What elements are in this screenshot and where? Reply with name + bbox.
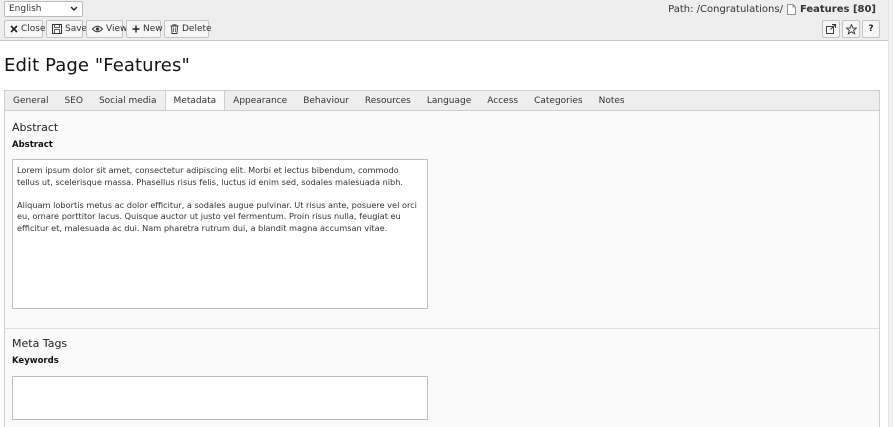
language-select[interactable]: English (4, 1, 83, 17)
new-button-label: New (143, 24, 163, 34)
external-link-icon (826, 24, 836, 34)
meta-tags-section-title: Meta Tags (12, 337, 68, 350)
tab-social-media[interactable]: Social media (91, 91, 165, 111)
save-button[interactable]: Save (46, 20, 87, 38)
help-button[interactable]: ? (862, 20, 880, 38)
page-title: Edit Page "Features" (4, 55, 190, 76)
page-icon (787, 4, 796, 15)
tab-notes[interactable]: Notes (591, 91, 633, 111)
abstract-field-label: Abstract (12, 140, 53, 150)
language-select-value: English (9, 4, 42, 14)
delete-button[interactable]: Delete (164, 20, 212, 38)
breadcrumb: Path: /Congratulations/ Features [80] (668, 4, 876, 15)
view-button[interactable]: View (86, 20, 127, 38)
page-record-label[interactable]: Features [80] (800, 4, 876, 15)
tab-general[interactable]: General (5, 91, 56, 111)
save-icon (52, 24, 62, 34)
close-button[interactable]: Close (4, 20, 46, 38)
plus-icon (132, 25, 140, 33)
tab-appearance[interactable]: Appearance (225, 91, 295, 111)
tab-seo[interactable]: SEO (56, 91, 90, 111)
view-button-label: View (106, 24, 128, 34)
help-icon: ? (868, 24, 874, 34)
keywords-field-label: Keywords (12, 356, 59, 366)
abstract-textarea[interactable]: Lorem ipsum dolor sit amet, consectetur … (12, 159, 428, 309)
scrollbar[interactable] (888, 0, 893, 427)
tab-behaviour[interactable]: Behaviour (295, 91, 357, 111)
tab-resources[interactable]: Resources (357, 91, 419, 111)
trash-icon (170, 24, 179, 34)
tab-categories[interactable]: Categories (526, 91, 591, 111)
tab-access[interactable]: Access (479, 91, 526, 111)
save-button-label: Save (65, 24, 88, 34)
keywords-textarea[interactable] (12, 376, 428, 420)
tab-bar: General SEO Social media Metadata Appear… (4, 90, 880, 112)
doc-header: English Path: /Congratulations/ Features… (0, 0, 888, 41)
bookmark-button[interactable] (842, 20, 860, 38)
star-icon (845, 23, 857, 35)
chevron-down-icon (70, 2, 78, 21)
tab-language[interactable]: Language (419, 91, 479, 111)
eye-icon (92, 25, 103, 33)
section-divider (5, 328, 879, 329)
abstract-section-title: Abstract (12, 121, 59, 134)
new-button[interactable]: New (126, 20, 163, 38)
open-new-window-button[interactable] (822, 20, 840, 38)
close-button-label: Close (21, 24, 46, 34)
delete-button-label: Delete (182, 24, 212, 34)
tab-metadata[interactable]: Metadata (164, 91, 226, 112)
close-icon (10, 25, 18, 33)
metadata-panel: Abstract Abstract Lorem ipsum dolor sit … (4, 110, 880, 427)
path-label: Path: /Congratulations/ (668, 4, 783, 15)
